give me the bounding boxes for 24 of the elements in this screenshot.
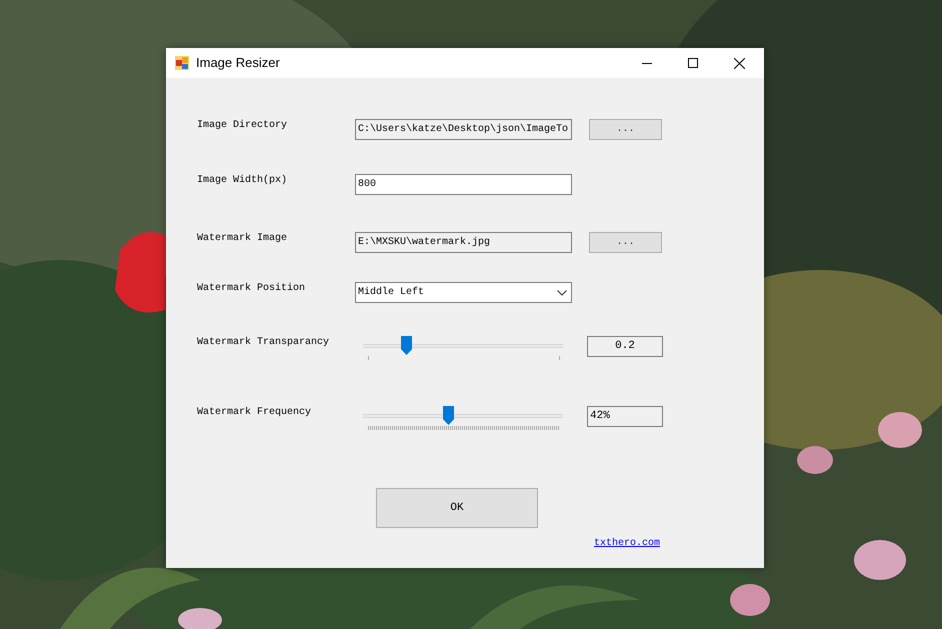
browse-button[interactable]: ...	[589, 232, 662, 253]
input-field[interactable]: 800	[355, 174, 572, 195]
browse-button[interactable]: ...	[589, 119, 662, 140]
maximize-icon	[688, 58, 698, 68]
input-field[interactable]: E:\MXSKU\watermark.jpg	[355, 232, 572, 253]
field-label: Image Directory	[197, 119, 288, 133]
ok-button[interactable]: OK	[376, 488, 538, 528]
dropdown[interactable]: Middle Left	[355, 282, 572, 303]
app-icon	[175, 56, 189, 70]
chevron-down-icon	[557, 290, 567, 296]
slider-thumb[interactable]	[443, 406, 454, 425]
slider-thumb[interactable]	[401, 336, 412, 355]
field-label: Watermark Frequency	[197, 406, 312, 420]
minimize-icon	[642, 62, 652, 64]
field-label: Watermark Transparancy	[197, 336, 330, 350]
value-field[interactable]: 42%	[587, 406, 663, 427]
field-label: Image Width(px)	[197, 174, 288, 188]
window-title: Image Resizer	[196, 54, 280, 72]
close-icon	[734, 58, 744, 68]
value-field[interactable]: 0.2	[587, 336, 663, 357]
input-field[interactable]: C:\Users\katze\Desktop\json\ImageTo	[355, 119, 572, 140]
field-label: Watermark Image	[197, 232, 288, 246]
website-link[interactable]: txthero.com	[594, 536, 660, 551]
field-label: Watermark Position	[197, 282, 306, 296]
